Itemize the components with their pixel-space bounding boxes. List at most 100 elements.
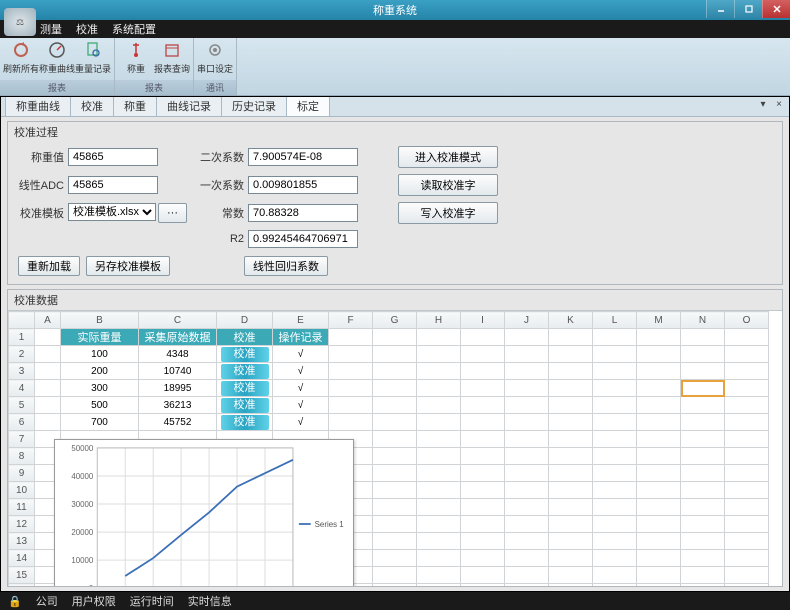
cell[interactable]: [461, 482, 505, 499]
cell[interactable]: [549, 482, 593, 499]
col-header[interactable]: K: [549, 312, 593, 329]
cell[interactable]: [637, 584, 681, 587]
cell[interactable]: [373, 397, 417, 414]
calibrate-cell-button[interactable]: 校准: [221, 364, 269, 379]
cell[interactable]: [593, 448, 637, 465]
cell[interactable]: 操作记录: [273, 329, 329, 346]
input-r2[interactable]: [248, 230, 358, 248]
cell[interactable]: [505, 431, 549, 448]
cell[interactable]: [461, 414, 505, 431]
cell[interactable]: [637, 482, 681, 499]
cell[interactable]: [505, 550, 549, 567]
col-header[interactable]: G: [373, 312, 417, 329]
cell[interactable]: [725, 363, 769, 380]
cell[interactable]: [681, 567, 725, 584]
cell[interactable]: [593, 431, 637, 448]
cell[interactable]: [549, 380, 593, 397]
cell[interactable]: [505, 465, 549, 482]
cell[interactable]: [373, 363, 417, 380]
cell[interactable]: [637, 499, 681, 516]
cell[interactable]: [681, 380, 725, 397]
cell[interactable]: [593, 567, 637, 584]
cell[interactable]: [725, 346, 769, 363]
cell[interactable]: √: [273, 397, 329, 414]
cell[interactable]: [505, 346, 549, 363]
cell[interactable]: [637, 346, 681, 363]
cell[interactable]: [35, 346, 61, 363]
cell[interactable]: [725, 380, 769, 397]
cell[interactable]: [505, 567, 549, 584]
cell[interactable]: [329, 363, 373, 380]
cell[interactable]: [35, 363, 61, 380]
cell[interactable]: [373, 329, 417, 346]
cell[interactable]: [549, 465, 593, 482]
col-header[interactable]: A: [35, 312, 61, 329]
row-header[interactable]: 1: [9, 329, 35, 346]
chart-box[interactable]: 0100002000030000400005000010020030040050…: [54, 439, 354, 586]
cell[interactable]: [373, 346, 417, 363]
row-header[interactable]: 4: [9, 380, 35, 397]
cell[interactable]: [373, 533, 417, 550]
cell[interactable]: [549, 431, 593, 448]
cell[interactable]: [681, 397, 725, 414]
cell[interactable]: 4348: [139, 346, 217, 363]
row-header[interactable]: 3: [9, 363, 35, 380]
col-header[interactable]: J: [505, 312, 549, 329]
row-header[interactable]: 5: [9, 397, 35, 414]
minimize-button[interactable]: [706, 0, 734, 18]
cell[interactable]: [329, 346, 373, 363]
col-header[interactable]: I: [461, 312, 505, 329]
cell[interactable]: [593, 516, 637, 533]
cell[interactable]: √: [273, 380, 329, 397]
input-weight[interactable]: [68, 148, 158, 166]
cell[interactable]: [681, 482, 725, 499]
cell[interactable]: 45752: [139, 414, 217, 431]
cell[interactable]: 采集原始数据: [139, 329, 217, 346]
maximize-button[interactable]: [734, 0, 762, 18]
btn-reload[interactable]: 重新加载: [18, 256, 80, 276]
ribbon-weigh[interactable]: 称重: [119, 40, 153, 75]
cell[interactable]: [637, 448, 681, 465]
cell[interactable]: [461, 567, 505, 584]
cell[interactable]: [329, 414, 373, 431]
btn-read-calib-word[interactable]: 读取校准字: [398, 174, 498, 196]
row-header[interactable]: 10: [9, 482, 35, 499]
cell[interactable]: [681, 448, 725, 465]
cell[interactable]: [35, 397, 61, 414]
row-header[interactable]: 11: [9, 499, 35, 516]
cell[interactable]: [637, 567, 681, 584]
cell[interactable]: [417, 584, 461, 587]
cell[interactable]: [593, 533, 637, 550]
cell[interactable]: 校准: [217, 363, 273, 380]
col-header[interactable]: F: [329, 312, 373, 329]
cell[interactable]: [417, 414, 461, 431]
cell[interactable]: [461, 431, 505, 448]
cell[interactable]: [461, 363, 505, 380]
cell[interactable]: [461, 448, 505, 465]
tab-calibrate[interactable]: 校准: [70, 96, 114, 116]
cell[interactable]: [681, 465, 725, 482]
cell[interactable]: 校准: [217, 346, 273, 363]
cell[interactable]: [637, 329, 681, 346]
cell[interactable]: [681, 431, 725, 448]
cell[interactable]: [725, 533, 769, 550]
cell[interactable]: [725, 567, 769, 584]
btn-enter-calib-mode[interactable]: 进入校准模式: [398, 146, 498, 168]
cell[interactable]: [35, 380, 61, 397]
input-c2[interactable]: [248, 148, 358, 166]
cell[interactable]: [681, 329, 725, 346]
cell[interactable]: [549, 363, 593, 380]
app-icon[interactable]: ⚖: [4, 8, 36, 36]
status-company[interactable]: 公司: [36, 593, 58, 609]
cell[interactable]: [329, 397, 373, 414]
cell[interactable]: [505, 414, 549, 431]
cell[interactable]: [505, 482, 549, 499]
ribbon-weight-record[interactable]: 重量记录: [76, 40, 110, 75]
cell[interactable]: 校准: [217, 414, 273, 431]
cell[interactable]: [681, 414, 725, 431]
cell[interactable]: [549, 533, 593, 550]
cell[interactable]: [35, 329, 61, 346]
cell[interactable]: [505, 397, 549, 414]
btn-saveas-template[interactable]: 另存校准模板: [86, 256, 170, 276]
cell[interactable]: [549, 448, 593, 465]
